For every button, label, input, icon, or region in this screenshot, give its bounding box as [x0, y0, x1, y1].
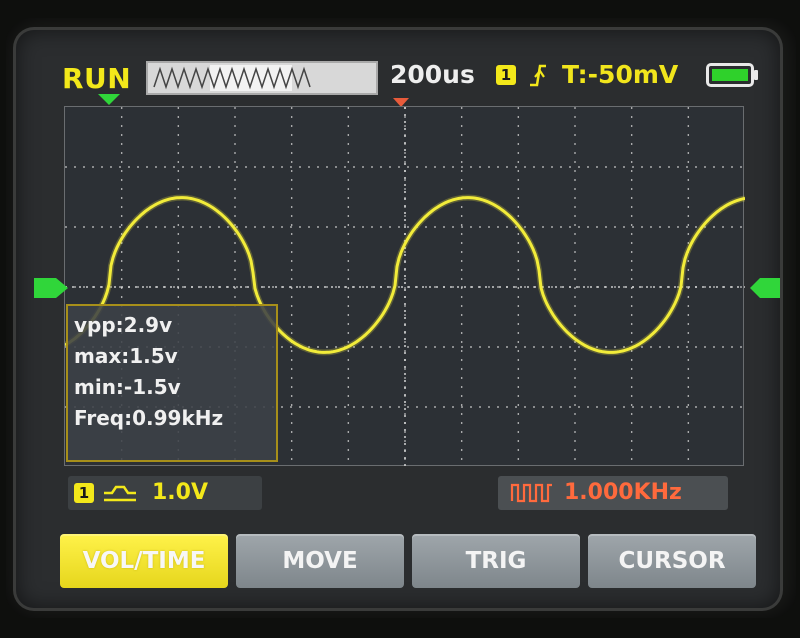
- overview-trace: [153, 66, 311, 90]
- battery-level-fill: [712, 69, 748, 81]
- status-bar: RUN 200us 1 T:-50mV: [16, 30, 780, 96]
- vpp-readout: vpp:2.9v: [74, 313, 173, 337]
- vol-time-button[interactable]: VOL/TIME: [60, 534, 228, 588]
- waveform-overview[interactable]: [146, 61, 378, 95]
- run-status-label[interactable]: RUN: [62, 62, 131, 95]
- measurement-panel: vpp:2.9v max:1.5v min:-1.5v Freq:0.99kHz: [66, 304, 278, 462]
- generator-frequency-value: 1.000KHz: [564, 480, 682, 505]
- battery-icon: [706, 63, 754, 87]
- channel-1-ground-marker[interactable]: [34, 276, 68, 300]
- cursor-button[interactable]: CURSOR: [588, 534, 756, 588]
- move-button[interactable]: MOVE: [236, 534, 404, 588]
- trigger-level-label[interactable]: T:-50mV: [562, 60, 678, 89]
- signal-generator-status[interactable]: 1.000KHz: [498, 476, 728, 510]
- trigger-position-marker[interactable]: [98, 94, 120, 106]
- max-readout: max:1.5v: [74, 344, 178, 368]
- dc-coupling-icon: [104, 485, 136, 502]
- timebase-label[interactable]: 200us: [390, 60, 475, 89]
- battery-tip: [754, 70, 758, 80]
- min-readout: min:-1.5v: [74, 375, 181, 399]
- oscilloscope-screen: RUN 200us 1 T:-50mV vpp:2.9v max:1.5v mi…: [16, 30, 780, 608]
- volts-per-division-value: 1.0V: [152, 480, 208, 505]
- trigger-level-marker[interactable]: [750, 276, 780, 300]
- channel-1-badge-small: 1: [74, 483, 94, 503]
- frequency-readout: Freq:0.99kHz: [74, 406, 224, 430]
- rising-edge-icon: [530, 64, 546, 87]
- channel-1-badge: 1: [496, 65, 516, 85]
- channel-1-scale[interactable]: 1 1.0V: [68, 476, 262, 510]
- square-wave-icon: [510, 483, 552, 503]
- trig-button[interactable]: TRIG: [412, 534, 580, 588]
- softkey-bar: VOL/TIME MOVE TRIG CURSOR: [60, 534, 760, 590]
